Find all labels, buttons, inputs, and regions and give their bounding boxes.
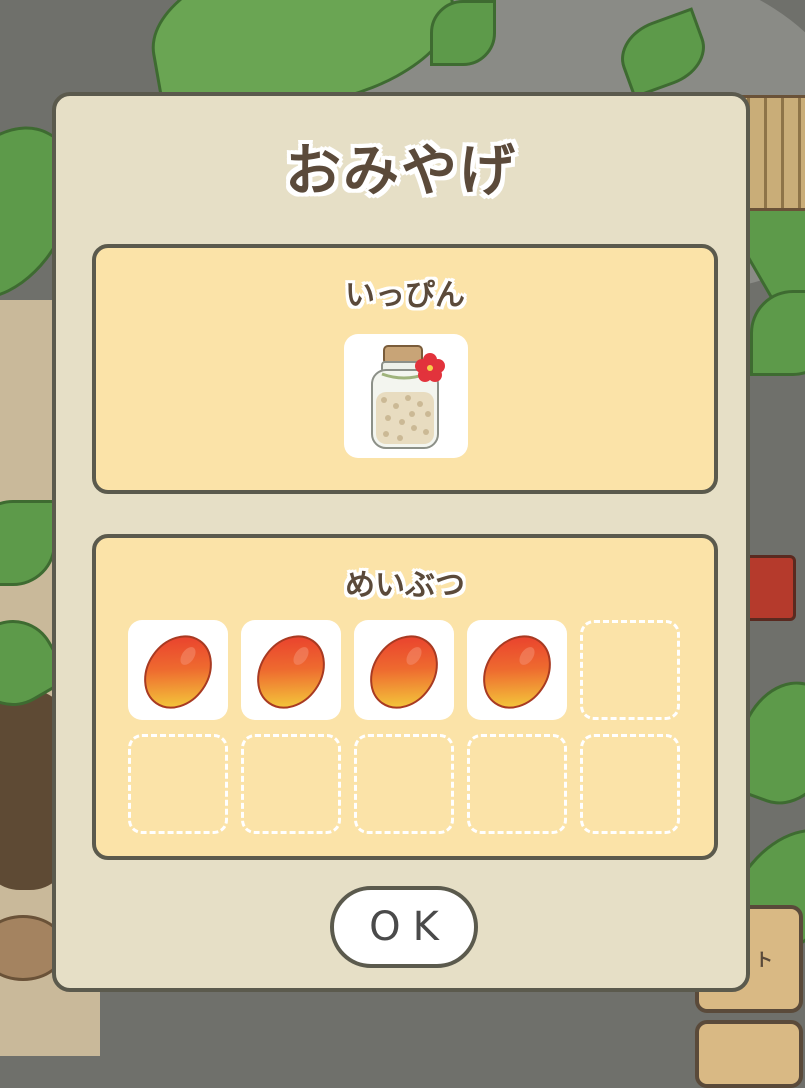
- local-goods-slot-empty: [128, 734, 228, 834]
- side-menu-button-2[interactable]: [695, 1020, 803, 1088]
- local-goods-slot-empty: [467, 734, 567, 834]
- specialty-item-slot[interactable]: [344, 334, 468, 458]
- specialty-title: いっぴん: [345, 278, 465, 313]
- glass-jar-with-hibiscus-icon: [371, 345, 445, 449]
- local-goods-slot-filled[interactable]: [241, 620, 341, 720]
- local-goods-title: めいぶつ: [345, 568, 465, 603]
- local-goods-slot-filled[interactable]: [467, 620, 567, 720]
- local-goods-slot-empty: [580, 734, 680, 834]
- local-goods-slot-empty: [580, 620, 680, 720]
- local-goods-slot-filled[interactable]: [354, 620, 454, 720]
- mango-icon: [483, 635, 551, 709]
- specialty-panel: いっぴん: [92, 244, 718, 494]
- mango-icon: [370, 635, 438, 709]
- side-menu-button-label: ト: [755, 950, 773, 971]
- mango-icon: [144, 635, 212, 709]
- local-goods-panel: めいぶつ: [92, 534, 718, 860]
- local-goods-slot-empty: [241, 734, 341, 834]
- souvenir-dialog: おみやげ いっぴん めいぶつ OK: [52, 92, 750, 992]
- leaf: [430, 0, 496, 66]
- local-goods-slot-filled[interactable]: [128, 620, 228, 720]
- leaf: [750, 290, 805, 376]
- local-goods-slot-empty: [354, 734, 454, 834]
- ok-button[interactable]: OK: [330, 886, 478, 968]
- dialog-title: おみやげ: [285, 139, 517, 204]
- mango-icon: [257, 635, 325, 709]
